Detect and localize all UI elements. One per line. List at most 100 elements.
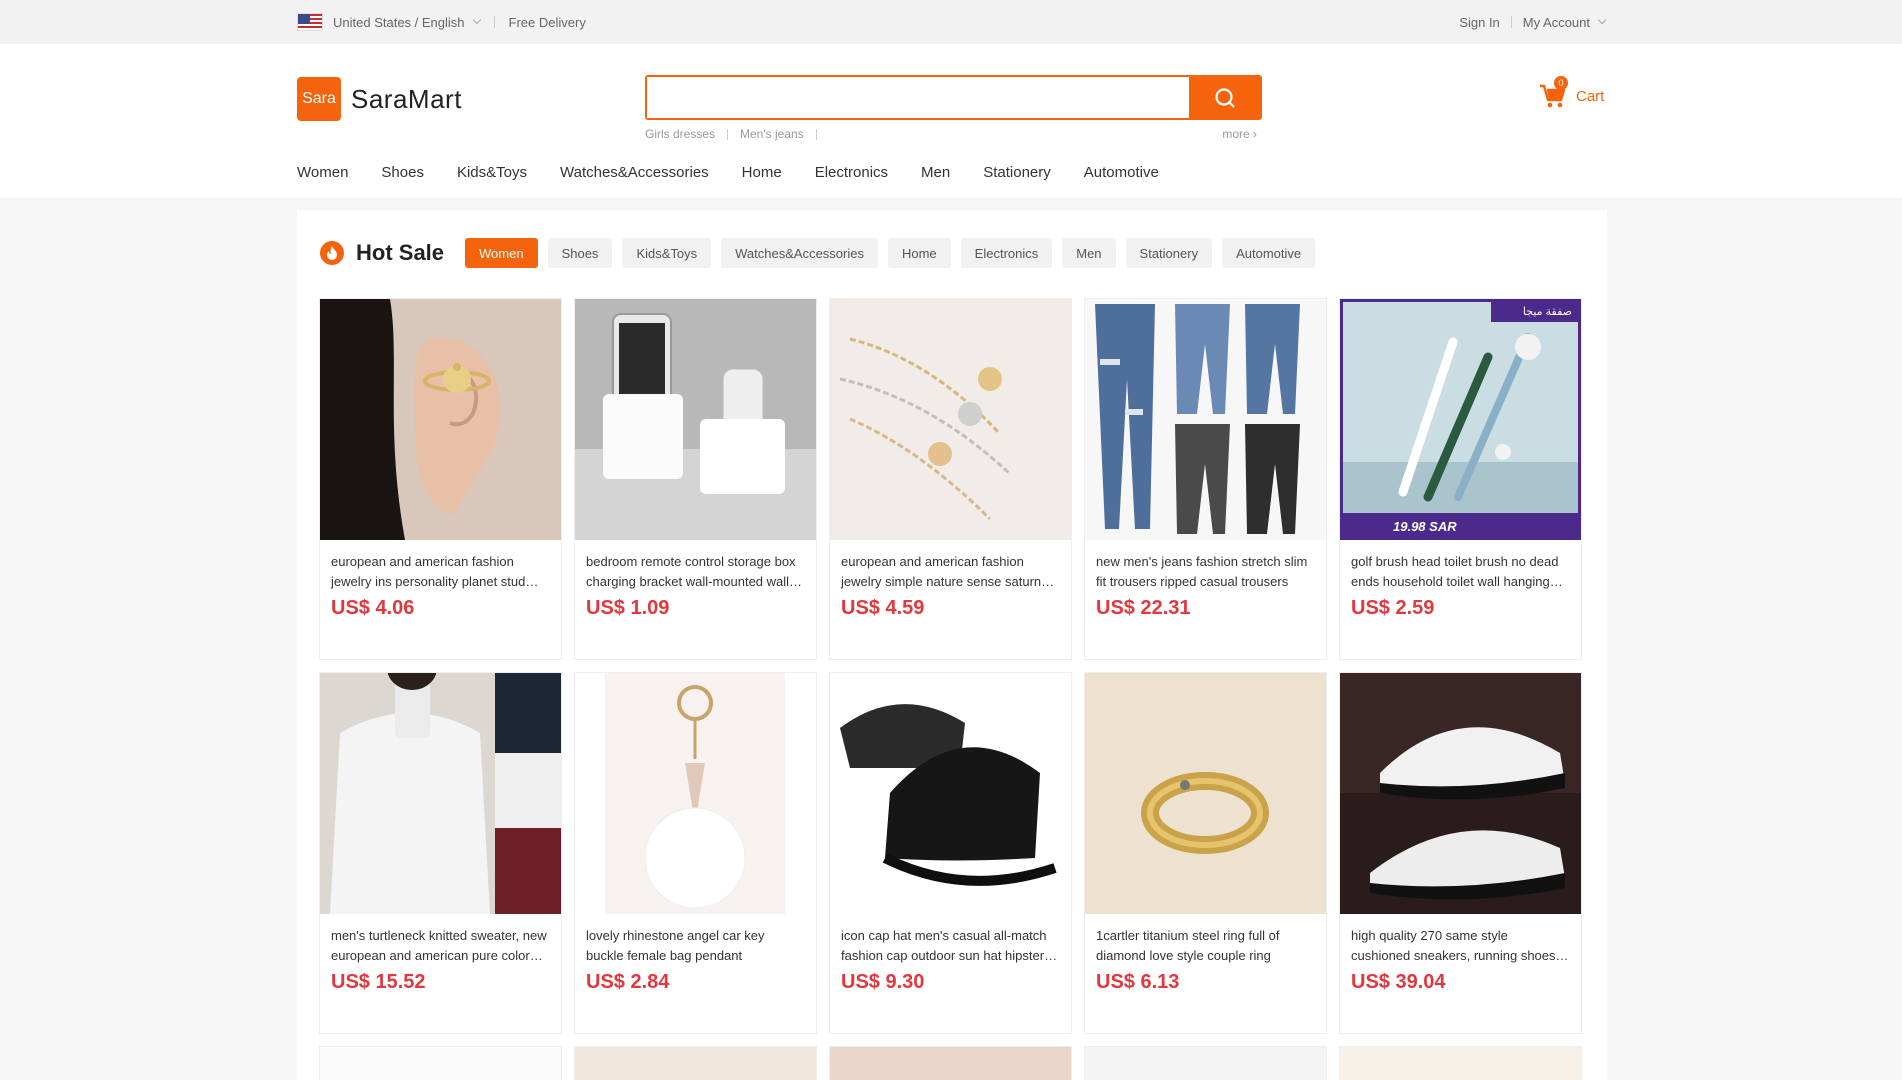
hot-word-link[interactable]: Men's jeans [740, 127, 804, 141]
product-grid: european and american fashion jewelry in… [319, 298, 1582, 1080]
tab-men[interactable]: Men [1062, 238, 1116, 268]
site-header: Sara SaraMart Girls dresses Men's jeans … [0, 44, 1902, 198]
product-title[interactable]: lovely rhinestone angel car key buckle f… [575, 914, 816, 966]
product-image[interactable] [1340, 1047, 1581, 1080]
more-link[interactable]: more › [1222, 127, 1257, 141]
product-title[interactable]: men's turtleneck knitted sweater, new eu… [320, 914, 561, 966]
product-card[interactable] [574, 1046, 817, 1080]
category-link-men[interactable]: Men [921, 164, 950, 181]
product-image[interactable]: صفقة ميجا 19.98 SAR [1340, 299, 1581, 540]
tab-automotive[interactable]: Automotive [1222, 238, 1316, 268]
category-link-automotive[interactable]: Automotive [1084, 164, 1159, 181]
product-image[interactable] [575, 299, 816, 540]
product-image[interactable] [830, 673, 1071, 914]
product-card[interactable] [319, 1046, 562, 1080]
cart-icon: 0 [1538, 76, 1568, 111]
tab-women[interactable]: Women [465, 238, 538, 268]
product-card[interactable]: new men's jeans fashion stretch slim fit… [1084, 298, 1327, 660]
logo-name: SaraMart [351, 83, 462, 114]
cart-label: Cart [1576, 87, 1605, 105]
sign-in-link[interactable]: Sign In [1459, 15, 1499, 30]
product-image[interactable] [1085, 673, 1326, 914]
product-card[interactable]: lovely rhinestone angel car key buckle f… [574, 672, 817, 1034]
category-link-stationery[interactable]: Stationery [983, 164, 1051, 181]
tab-electronics[interactable]: Electronics [960, 238, 1053, 268]
product-title[interactable]: european and american fashion jewelry si… [830, 540, 1071, 592]
product-image[interactable] [830, 299, 1071, 540]
category-link-home[interactable]: Home [742, 164, 782, 181]
my-account-menu[interactable]: My Account [1523, 15, 1590, 30]
product-price: US$ 4.59 [841, 597, 925, 619]
hot-sale-tabs: Women Shoes Kids&Toys Watches&Accessorie… [465, 238, 1325, 268]
product-card[interactable]: icon cap hat men's casual all-match fash… [829, 672, 1072, 1034]
divider [493, 16, 495, 28]
tab-kids-toys[interactable]: Kids&Toys [622, 238, 712, 268]
product-card[interactable] [1339, 1046, 1582, 1080]
hot-word-link[interactable]: Girls dresses [645, 127, 715, 141]
search-input[interactable] [647, 77, 1189, 118]
product-price: US$ 9.30 [841, 971, 925, 993]
product-image[interactable] [1340, 673, 1581, 914]
product-card[interactable]: european and american fashion jewelry si… [829, 298, 1072, 660]
hot-sale-section: Hot Sale Women Shoes Kids&Toys Watches&A… [297, 210, 1607, 1080]
product-image[interactable] [320, 1047, 561, 1080]
product-title[interactable]: 1cartler titanium steel ring full of dia… [1085, 914, 1326, 966]
tab-watches-accessories[interactable]: Watches&Accessories [721, 238, 878, 268]
product-card[interactable] [829, 1046, 1072, 1080]
product-price: US$ 1.09 [586, 597, 670, 619]
product-price: US$ 6.13 [1096, 971, 1180, 993]
hot-search-words: Girls dresses Men's jeans more › [645, 127, 1257, 141]
product-title[interactable]: european and american fashion jewelry in… [320, 540, 561, 592]
product-card[interactable]: men's turtleneck knitted sweater, new eu… [319, 672, 562, 1034]
product-card[interactable]: صفقة ميجا 19.98 SAR golf brush head toil… [1339, 298, 1582, 660]
category-nav: Women Shoes Kids&Toys Watches&Accessorie… [297, 164, 1192, 181]
promo-price: 19.98 SAR [1393, 519, 1457, 534]
search-button[interactable] [1189, 77, 1260, 118]
product-card[interactable] [1084, 1046, 1327, 1080]
product-title[interactable]: golf brush head toilet brush no dead end… [1340, 540, 1581, 592]
tab-home[interactable]: Home [887, 238, 951, 268]
logo[interactable]: Sara SaraMart [297, 77, 462, 121]
product-card[interactable]: high quality 270 same style cushioned sn… [1339, 672, 1582, 1034]
product-card[interactable]: european and american fashion jewelry in… [319, 298, 562, 660]
product-card[interactable]: bedroom remote control storage box charg… [574, 298, 817, 660]
cart-button[interactable]: 0 Cart [1538, 76, 1605, 111]
tab-shoes[interactable]: Shoes [547, 238, 613, 268]
product-title[interactable]: high quality 270 same style cushioned sn… [1340, 914, 1581, 966]
category-link-women[interactable]: Women [297, 164, 348, 181]
hot-sale-title: Hot Sale [356, 240, 445, 265]
fire-icon [320, 241, 344, 265]
product-price: US$ 39.04 [1351, 971, 1446, 993]
product-image[interactable] [575, 1047, 816, 1080]
product-card[interactable]: 1cartler titanium steel ring full of dia… [1084, 672, 1327, 1034]
section-title: Hot Sale [319, 240, 444, 266]
product-price: US$ 2.59 [1351, 597, 1435, 619]
region-selector[interactable]: United States / English [333, 15, 465, 30]
logo-mark: Sara [297, 77, 341, 121]
product-price: US$ 4.06 [331, 597, 415, 619]
category-link-shoes[interactable]: Shoes [381, 164, 424, 181]
product-image[interactable] [320, 299, 561, 540]
product-title[interactable]: icon cap hat men's casual all-match fash… [830, 914, 1071, 966]
divider [727, 128, 729, 140]
free-delivery-link[interactable]: Free Delivery [509, 15, 586, 30]
product-image[interactable] [575, 673, 816, 914]
product-price: US$ 15.52 [331, 971, 426, 993]
product-image[interactable] [320, 673, 561, 914]
us-flag-icon [297, 13, 323, 31]
category-link-watches-accessories[interactable]: Watches&Accessories [560, 164, 709, 181]
search-icon [1214, 87, 1235, 108]
cart-count-badge: 0 [1554, 76, 1568, 90]
promo-badge: صفقة ميجا [1522, 306, 1572, 318]
divider [1510, 16, 1512, 28]
chevron-down-icon [1597, 15, 1607, 25]
product-price: US$ 22.31 [1096, 597, 1191, 619]
product-image[interactable] [1085, 1047, 1326, 1080]
product-image[interactable] [1085, 299, 1326, 540]
category-link-kids-toys[interactable]: Kids&Toys [457, 164, 527, 181]
product-title[interactable]: bedroom remote control storage box charg… [575, 540, 816, 592]
product-image[interactable] [830, 1047, 1071, 1080]
category-link-electronics[interactable]: Electronics [815, 164, 888, 181]
product-title[interactable]: new men's jeans fashion stretch slim fit… [1085, 540, 1326, 592]
tab-stationery[interactable]: Stationery [1125, 238, 1213, 268]
